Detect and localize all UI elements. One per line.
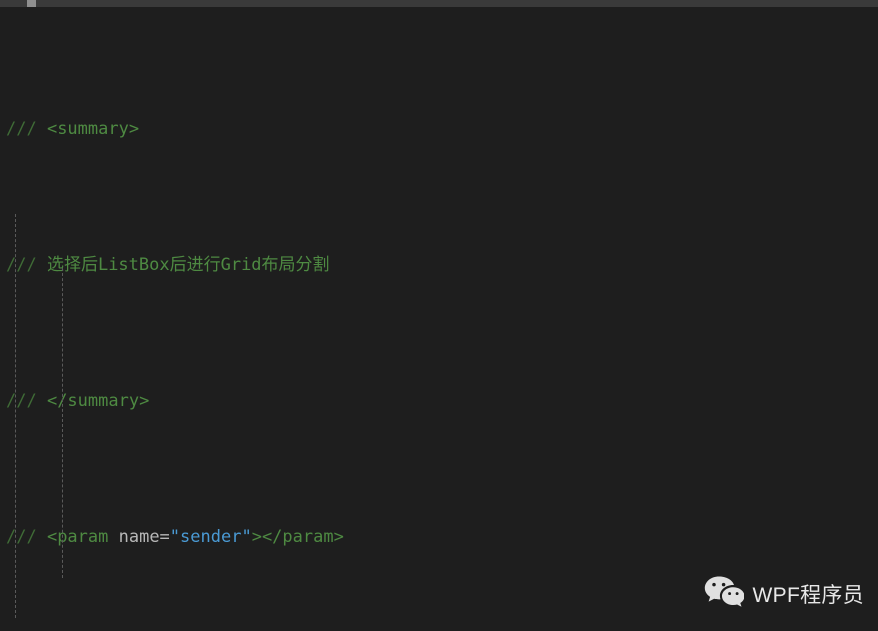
doc-attr-name: name= [118,526,170,547]
doc-tag-gt: > [251,526,262,547]
doc-slashes: /// [6,254,47,275]
doc-slashes: /// [6,118,47,139]
horizontal-scrollbar[interactable] [0,0,878,7]
watermark: WPF程序员 [704,575,864,617]
code-line-doc-summary-close: /// </summary> [0,388,878,415]
doc-tag-param-close: </param> [261,526,344,547]
doc-slashes: /// [6,390,47,411]
code-line-doc-summary-open: /// <summary> [0,116,878,143]
doc-attr-value-sender: "sender" [169,526,252,547]
doc-tag-summary-close: </summary> [46,390,150,411]
watermark-label: WPF程序员 [752,584,864,608]
code-editor[interactable]: /// <summary> /// 选择后ListBox后进行Grid布局分割 … [0,0,878,631]
code-content[interactable]: /// <summary> /// 选择后ListBox后进行Grid布局分割 … [0,7,878,631]
doc-tag-param-open: <param [46,526,119,547]
doc-slashes: /// [6,526,47,547]
wechat-icon [704,575,745,617]
horizontal-scrollbar-thumb[interactable] [27,0,36,7]
code-line-doc-param-sender: /// <param name="sender"></param> [0,524,878,551]
doc-summary-text: 选择后ListBox后进行Grid布局分割 [46,254,330,275]
code-line-doc-summary-text: /// 选择后ListBox后进行Grid布局分割 [0,252,878,279]
doc-tag-summary-open: <summary> [46,118,140,139]
